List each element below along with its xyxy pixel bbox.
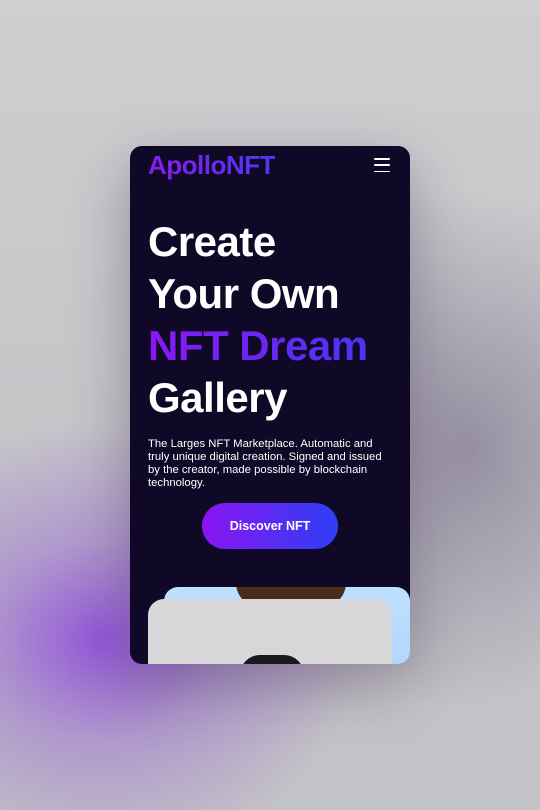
menu-line [374, 170, 390, 172]
menu-line [374, 164, 390, 166]
phone-screen: ApolloNFT Create Your Own NFT Dream Gall… [130, 146, 410, 664]
headline-line-4: Gallery [148, 374, 287, 421]
menu-line [374, 158, 390, 160]
headline-line-2: Your Own [148, 270, 340, 317]
hamburger-menu-icon[interactable] [374, 158, 390, 172]
hero-headline: Create Your Own NFT Dream Gallery [148, 216, 408, 424]
brand-logo[interactable]: ApolloNFT [148, 150, 275, 180]
nft-artwork-card-front[interactable] [148, 599, 392, 664]
headline-line-1: Create [148, 218, 276, 265]
navbar: ApolloNFT [148, 150, 392, 180]
nft-artwork-shape [240, 655, 304, 664]
headline-accent-line: NFT Dream [148, 320, 408, 372]
discover-nft-button[interactable]: Discover NFT [202, 503, 338, 549]
hero-description: The Larges NFT Marketplace. Automatic an… [148, 438, 382, 489]
